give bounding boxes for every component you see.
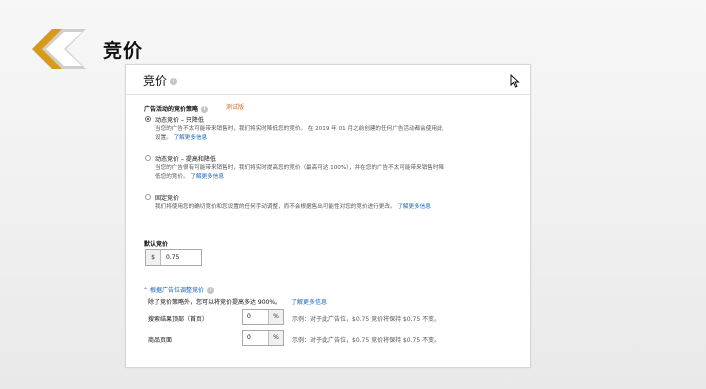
radio-fixed-bid[interactable]: [145, 194, 151, 200]
placement-example: 示例：对于此广告位，$0.75 竞价将保持 $0.75 不变。: [292, 337, 441, 344]
placement-row-label: 搜索结果顶部（首页）: [148, 316, 209, 323]
placement-toggle-text[interactable]: 根据广告位调整竞价: [150, 287, 204, 294]
learn-more-link[interactable]: 了解更多信息: [174, 135, 208, 141]
strategy-label: 广告活动的竞价策略 i: [144, 104, 209, 113]
slide-title: 竞价: [103, 40, 144, 62]
percent-suffix: %: [268, 310, 283, 324]
default-bid-label: 默认竞价: [144, 241, 169, 248]
radio-dynamic-down-only[interactable]: [145, 116, 151, 122]
product-page-percent-input[interactable]: 0 %: [242, 330, 284, 346]
percent-suffix: %: [268, 331, 283, 345]
bidding-card: 竞价 i 广告活动的竞价策略 i 测试版 动态竞价 – 只降低 当您的广告不太可能带…: [125, 64, 531, 368]
info-icon[interactable]: i: [170, 78, 178, 85]
placement-row-label: 商品页面: [148, 337, 173, 344]
chevron-up-icon: ⌃: [143, 287, 149, 294]
strategy-label-text: 广告活动的竞价策略: [144, 106, 199, 113]
placement-note: 除了竞价策略外，您可以将竞价提高多达 900%。 了解更多信息: [148, 297, 327, 306]
placement-example: 示例：对于此广告位，$0.75 竞价将保持 $0.75 不变。: [292, 316, 441, 323]
currency-prefix: $: [146, 250, 161, 265]
placement-note-text: 除了竞价策略外，您可以将竞价提高多达 900%。: [148, 299, 282, 306]
option-description: 当您的广告很有可能带来销售时，我们将实时提高您的竞价（最高可达 100%），并在…: [155, 164, 445, 182]
default-bid-value[interactable]: 0.75: [161, 250, 179, 265]
slide-logo-icon: [32, 29, 86, 69]
percent-value[interactable]: 0: [243, 331, 268, 345]
info-icon[interactable]: i: [201, 106, 209, 113]
beta-badge: 测试版: [226, 104, 245, 111]
option-description: 我们将使用您的确切竞价和您设置的任何手动调整，而不会根据售出可能性对您的竞价进行…: [155, 203, 445, 212]
learn-more-link[interactable]: 了解更多信息: [397, 204, 431, 210]
option-title[interactable]: 动态竞价 – 提高和降低: [155, 154, 216, 163]
option-description: 当您的广告不太可能带来销售时，我们将实时降低您的竞价。 在 2019 年 01 …: [155, 125, 445, 143]
option-desc-text: 我们将使用您的确切竞价和您设置的任何手动调整，而不会根据售出可能性对您的竞价进行…: [155, 204, 396, 210]
learn-more-link[interactable]: 了解更多信息: [190, 174, 224, 180]
option-title[interactable]: 固定竞价: [155, 193, 179, 202]
card-header: 竞价 i: [126, 65, 530, 95]
default-bid-input[interactable]: $ 0.75: [145, 249, 202, 266]
mouse-cursor-icon: [510, 74, 520, 88]
card-title-text: 竞价: [143, 74, 168, 88]
top-of-search-percent-input[interactable]: 0 %: [242, 309, 284, 325]
info-icon[interactable]: i: [206, 287, 214, 294]
card-title: 竞价 i: [143, 72, 178, 89]
percent-value[interactable]: 0: [243, 310, 268, 324]
radio-dynamic-up-down[interactable]: [145, 155, 151, 161]
placement-adjust-toggle[interactable]: ⌃ 根据广告位调整竞价 i: [143, 285, 214, 294]
option-title[interactable]: 动态竞价 – 只降低: [155, 115, 204, 124]
learn-more-link[interactable]: 了解更多信息: [291, 299, 327, 306]
